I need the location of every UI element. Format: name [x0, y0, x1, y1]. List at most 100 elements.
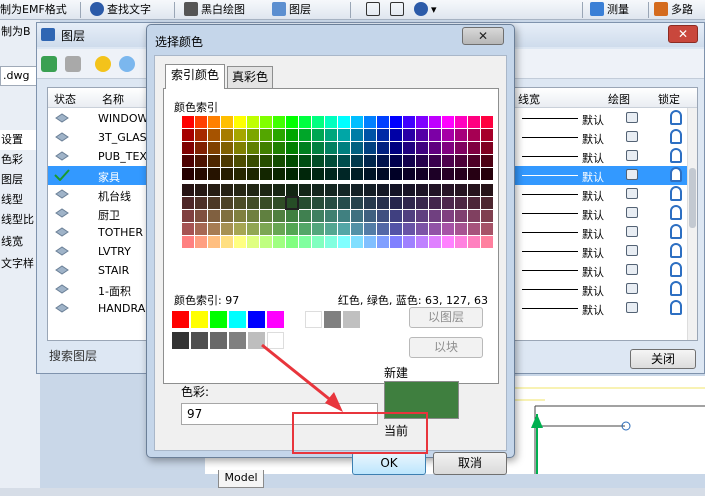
document-tab[interactable]: .dwg	[0, 66, 40, 86]
close-button[interactable]: 关闭	[630, 349, 696, 369]
gray-shade-swatch[interactable]	[210, 332, 227, 349]
palette-swatch[interactable]	[429, 184, 441, 196]
layer-state-icon[interactable]	[54, 302, 70, 314]
palette-swatch[interactable]	[481, 210, 493, 222]
palette-swatch-selected[interactable]	[285, 196, 299, 210]
left-item-linetype[interactable]: 线型	[0, 190, 40, 210]
palette-swatch[interactable]	[455, 116, 467, 128]
measure-button[interactable]: 测量	[590, 2, 629, 18]
layer-lineweight[interactable]: 默认	[582, 226, 604, 242]
palette-swatch[interactable]	[286, 155, 298, 167]
palette-swatch[interactable]	[221, 142, 233, 154]
palette-swatch[interactable]	[195, 142, 207, 154]
palette-swatch[interactable]	[351, 129, 363, 141]
palette-swatch[interactable]	[221, 168, 233, 180]
palette-swatch[interactable]	[403, 129, 415, 141]
printer-icon[interactable]	[626, 207, 638, 218]
palette-swatch[interactable]	[260, 129, 272, 141]
palette-swatch[interactable]	[455, 155, 467, 167]
export-emf-button[interactable]: 制为EMF格式	[0, 2, 67, 18]
snowflake-icon[interactable]	[119, 56, 135, 72]
palette-swatch[interactable]	[377, 223, 389, 235]
palette-swatch[interactable]	[312, 129, 324, 141]
palette-swatch[interactable]	[442, 210, 454, 222]
printer-icon[interactable]	[626, 150, 638, 161]
palette-swatch[interactable]	[416, 129, 428, 141]
unlock-icon[interactable]	[670, 186, 682, 201]
palette-swatch[interactable]	[416, 223, 428, 235]
palette-swatch[interactable]	[390, 129, 402, 141]
palette-swatch[interactable]	[286, 168, 298, 180]
palette-swatch[interactable]	[351, 223, 363, 235]
palette-swatch[interactable]	[234, 116, 246, 128]
palette-swatch[interactable]	[312, 116, 324, 128]
layer-search-input[interactable]: 搜索图层	[47, 345, 147, 367]
palette-swatch[interactable]	[390, 184, 402, 196]
palette-swatch[interactable]	[299, 155, 311, 167]
palette-swatch[interactable]	[442, 197, 454, 209]
palette-swatch[interactable]	[247, 155, 259, 167]
palette-swatch[interactable]	[273, 116, 285, 128]
palette-swatch[interactable]	[208, 197, 220, 209]
layer-lineweight[interactable]: 默认	[582, 188, 604, 204]
palette-swatch[interactable]	[390, 116, 402, 128]
close-icon[interactable]: ✕	[462, 27, 504, 45]
palette-swatch[interactable]	[390, 142, 402, 154]
palette-swatch[interactable]	[403, 168, 415, 180]
palette-swatch[interactable]	[325, 236, 337, 248]
palette-swatch[interactable]	[195, 223, 207, 235]
layer-state-icon[interactable]	[54, 112, 70, 124]
left-item-lineweight[interactable]: 线宽	[0, 232, 40, 252]
left-item-color[interactable]: 色彩	[0, 150, 40, 170]
palette-swatch[interactable]	[481, 168, 493, 180]
palette-swatch[interactable]	[455, 210, 467, 222]
zoom-menu-button[interactable]: ▾	[414, 2, 437, 18]
sun-icon[interactable]	[95, 56, 111, 72]
palette-swatch[interactable]	[468, 129, 480, 141]
ok-button[interactable]: OK	[352, 452, 426, 475]
palette-swatch[interactable]	[182, 236, 194, 248]
palette-swatch[interactable]	[351, 210, 363, 222]
palette-swatch[interactable]	[325, 197, 337, 209]
palette-swatch[interactable]	[429, 197, 441, 209]
palette-swatch[interactable]	[390, 197, 402, 209]
zoom-window-button[interactable]	[366, 2, 383, 18]
palette-swatch[interactable]	[312, 210, 324, 222]
palette-swatch[interactable]	[377, 116, 389, 128]
layer-lineweight[interactable]: 默认	[582, 131, 604, 147]
palette-swatch[interactable]	[364, 116, 376, 128]
layer-state-icon[interactable]	[54, 264, 70, 276]
palette-swatch[interactable]	[364, 129, 376, 141]
palette-swatch[interactable]	[299, 184, 311, 196]
gray-shade-swatch[interactable]	[229, 332, 246, 349]
palette-swatch[interactable]	[455, 236, 467, 248]
palette-swatch[interactable]	[364, 223, 376, 235]
palette-swatch[interactable]	[273, 129, 285, 141]
layer-lineweight[interactable]: 默认	[582, 112, 604, 128]
unlock-icon[interactable]	[670, 300, 682, 315]
palette-swatch[interactable]	[221, 210, 233, 222]
palette-swatch[interactable]	[195, 197, 207, 209]
palette-swatch[interactable]	[416, 168, 428, 180]
left-item-linetype-scale[interactable]: 线型比	[0, 210, 40, 230]
standard-color-swatch[interactable]	[343, 311, 360, 328]
palette-swatch[interactable]	[455, 129, 467, 141]
palette-swatch[interactable]	[234, 223, 246, 235]
layers-button[interactable]: 图层	[272, 2, 311, 18]
palette-swatch[interactable]	[364, 155, 376, 167]
unlock-icon[interactable]	[670, 205, 682, 220]
palette-swatch[interactable]	[403, 197, 415, 209]
layer-state-icon[interactable]	[54, 207, 70, 219]
gray-shade-swatch[interactable]	[248, 332, 265, 349]
palette-swatch[interactable]	[455, 197, 467, 209]
palette-swatch[interactable]	[377, 155, 389, 167]
palette-swatch[interactable]	[364, 142, 376, 154]
palette-swatch[interactable]	[364, 236, 376, 248]
palette-swatch[interactable]	[455, 184, 467, 196]
palette-swatch[interactable]	[182, 129, 194, 141]
standard-color-swatch[interactable]	[191, 311, 208, 328]
palette-swatch[interactable]	[182, 223, 194, 235]
palette-swatch[interactable]	[195, 210, 207, 222]
palette-swatch[interactable]	[377, 168, 389, 180]
palette-swatch[interactable]	[299, 223, 311, 235]
